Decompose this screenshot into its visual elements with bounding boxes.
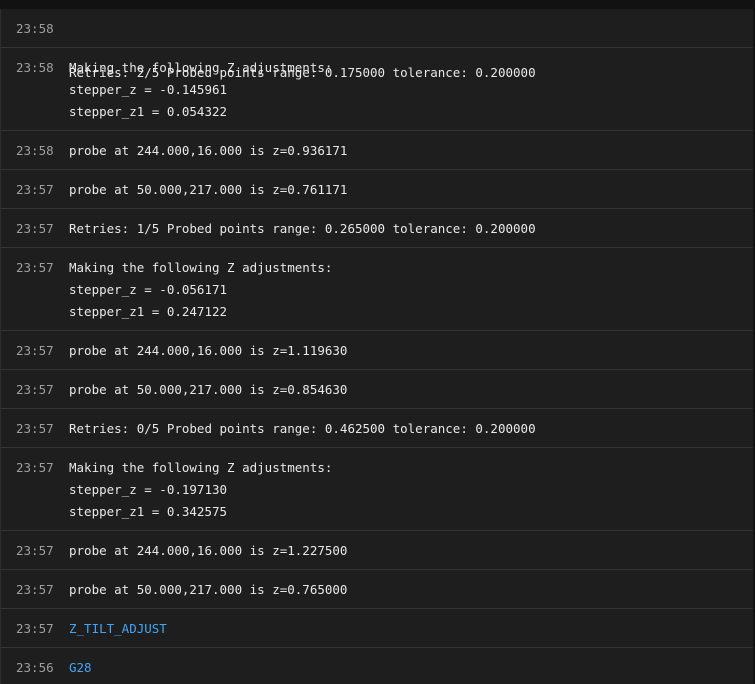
message-line: Making the following Z adjustments:	[69, 60, 333, 75]
entry-time: 23:57	[16, 621, 54, 636]
console-entry: 23:57 Making the following Z adjustments…	[1, 448, 753, 531]
entry-time: 23:57	[16, 543, 54, 558]
console-entry: 23:58 probe at 244.000,16.000 is z=0.936…	[1, 131, 753, 170]
message-line: Z_TILT_ADJUST	[69, 621, 167, 636]
entry-time: 23:58	[16, 143, 54, 158]
message-line: Making the following Z adjustments:	[69, 260, 333, 275]
console-entry: 23:57 probe at 50.000,217.000 is z=0.761…	[1, 170, 753, 209]
message-line: probe at 50.000,217.000 is z=0.854630	[69, 382, 348, 397]
message-line: stepper_z1 = 0.054322	[69, 104, 228, 119]
message-line: G28	[69, 660, 92, 675]
console-entry: 23:57 Retries: 0/5 Probed points range: …	[1, 409, 753, 448]
command-link[interactable]: G28	[69, 657, 92, 679]
entry-message[interactable]: Making the following Z adjustments: stepp…	[69, 457, 332, 523]
console-entry: 23:57 probe at 244.000,16.000 is z=1.119…	[1, 331, 753, 370]
message-line: Retries: 0/5 Probed points range: 0.4625…	[69, 421, 536, 436]
entry-time: 23:58	[16, 21, 54, 36]
entry-time: 23:57	[16, 221, 54, 236]
console-entry: 23:57 Retries: 1/5 Probed points range: …	[1, 209, 753, 248]
console-entry: 23:57 probe at 50.000,217.000 is z=0.854…	[1, 370, 753, 409]
message-line: probe at 244.000,16.000 is z=0.936171	[69, 143, 348, 158]
entry-message[interactable]: probe at 244.000,16.000 is z=1.227500	[69, 540, 347, 562]
console-entry: 23:57 Z_TILT_ADJUST	[1, 609, 753, 648]
entry-time: 23:57	[16, 421, 54, 436]
message-line: probe at 244.000,16.000 is z=1.227500	[69, 543, 348, 558]
console-entry: 23:57 Making the following Z adjustments…	[1, 248, 753, 331]
entry-message[interactable]: Making the following Z adjustments: stepp…	[69, 257, 332, 323]
message-line: stepper_z1 = 0.247122	[69, 304, 228, 319]
entry-time: 23:58	[16, 60, 54, 75]
entry-message[interactable]: probe at 244.000,16.000 is z=0.936171	[69, 140, 347, 162]
console-entry: 23:58 Retries: 2/5 Probed points range: …	[1, 9, 753, 80]
entry-time: 23:57	[16, 382, 54, 397]
entry-message[interactable]: probe at 244.000,16.000 is z=1.119630	[69, 340, 347, 362]
entry-message[interactable]: Making the following Z adjustments: stepp…	[69, 57, 332, 123]
entry-message[interactable]: probe at 50.000,217.000 is z=0.765000	[69, 579, 347, 601]
message-line: probe at 50.000,217.000 is z=0.761171	[69, 182, 348, 197]
message-line: Making the following Z adjustments:	[69, 460, 333, 475]
message-line: stepper_z = -0.197130	[69, 482, 228, 497]
message-line: probe at 244.000,16.000 is z=1.119630	[69, 343, 348, 358]
command-link[interactable]: Z_TILT_ADJUST	[69, 618, 167, 640]
message-line: stepper_z1 = 0.342575	[69, 504, 228, 519]
entry-message[interactable]: probe at 50.000,217.000 is z=0.761171	[69, 179, 347, 201]
entry-time: 23:57	[16, 343, 54, 358]
entry-time: 23:57	[16, 582, 54, 597]
message-line: probe at 50.000,217.000 is z=0.765000	[69, 582, 348, 597]
message-line: Retries: 1/5 Probed points range: 0.2650…	[69, 221, 536, 236]
entry-time: 23:57	[16, 460, 54, 475]
console-entry: 23:57 probe at 244.000,16.000 is z=1.227…	[1, 531, 753, 570]
console-entry: 23:57 probe at 50.000,217.000 is z=0.765…	[1, 570, 753, 609]
entry-message[interactable]: Retries: 1/5 Probed points range: 0.2650…	[69, 218, 536, 240]
message-line: stepper_z = -0.145961	[69, 82, 228, 97]
console-entry: 23:56 G28	[1, 648, 753, 684]
entry-message[interactable]: probe at 50.000,217.000 is z=0.854630	[69, 379, 347, 401]
entry-time: 23:56	[16, 660, 54, 675]
entry-time: 23:57	[16, 260, 54, 275]
entry-message[interactable]: Retries: 0/5 Probed points range: 0.4625…	[69, 418, 536, 440]
message-line: stepper_z = -0.056171	[69, 282, 228, 297]
console-log[interactable]: 23:58 Retries: 2/5 Probed points range: …	[0, 9, 753, 684]
entry-time: 23:57	[16, 182, 54, 197]
